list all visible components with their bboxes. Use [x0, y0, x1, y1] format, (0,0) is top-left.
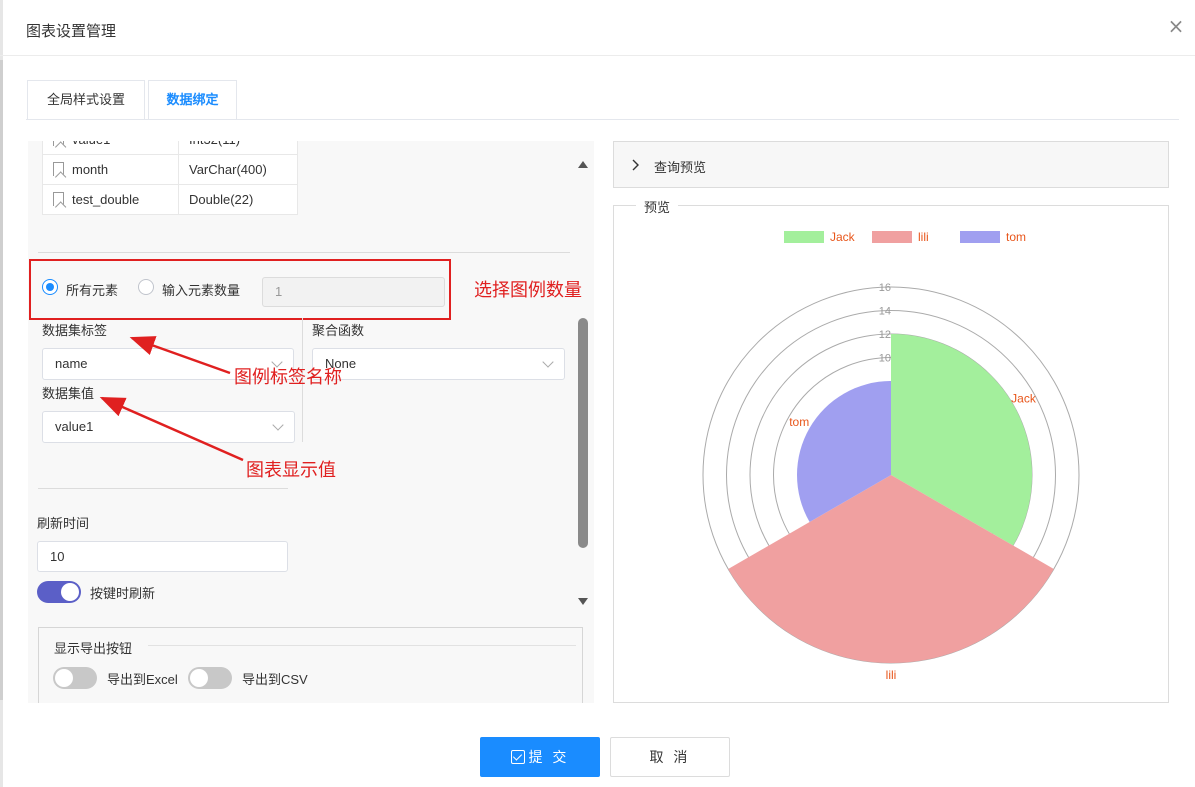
refresh-heading: 刷新时间 [37, 516, 90, 531]
legend-label: lili [918, 230, 929, 244]
query-preview-collapse[interactable]: 查询预览 [613, 141, 1169, 188]
export-excel-label: 导出到Excel [107, 672, 178, 687]
refresh-on-key-label: 按键时刷新 [90, 586, 156, 601]
scroll-down-arrow-icon[interactable] [578, 598, 588, 605]
slice-label: Jack [1011, 392, 1037, 406]
radial-tick-label: 10 [879, 353, 891, 365]
export-csv-toggle[interactable] [188, 667, 232, 689]
export-legend: 显示导出按钮 [50, 638, 137, 657]
legend-label: Jack [830, 230, 856, 244]
radial-tick-label: 12 [879, 329, 891, 341]
toggle-knob [55, 669, 73, 687]
refresh-interval-input[interactable]: 10 [37, 541, 288, 572]
toggle-knob [190, 669, 208, 687]
chart-ticks: 10 12 14 16 [879, 282, 891, 365]
slice-label: tom [789, 415, 809, 429]
cancel-button[interactable]: 取 消 [610, 737, 730, 777]
section-divider [38, 488, 288, 489]
legend-swatch [872, 231, 912, 243]
panel-clip [28, 703, 594, 733]
export-excel-toggle[interactable] [53, 667, 97, 689]
checkbox-edit-icon [510, 750, 525, 764]
scroll-up-arrow-icon[interactable] [578, 161, 588, 168]
slice-label: lili [886, 668, 897, 682]
fieldset-legend-rule [148, 645, 576, 646]
submit-label: 提 交 [528, 749, 570, 765]
legend-swatch [960, 231, 1000, 243]
radial-tick-label: 16 [879, 282, 891, 294]
toggle-knob [61, 583, 79, 601]
query-preview-label: 查询预览 [654, 160, 707, 175]
legend-label: tom [1006, 230, 1026, 244]
annotation-chart-value: 图表显示值 [246, 460, 336, 480]
radial-tick-label: 14 [879, 306, 891, 318]
chart-slices [728, 334, 1054, 663]
annotation-legend-label: 图例标签名称 [234, 367, 342, 387]
arrow-legend-label [129, 336, 231, 375]
legend-swatch [784, 231, 824, 243]
chevron-right-icon [632, 159, 639, 171]
chart-legend: Jack lili tom [784, 230, 1026, 244]
arrow-chart-value [99, 396, 244, 462]
rose-chart: Jack lili tom 10 12 14 16 Jack lili tom [702, 230, 1080, 682]
export-csv-label: 导出到CSV [242, 672, 308, 687]
scrollbar-thumb[interactable] [578, 318, 588, 548]
submit-button[interactable]: 提 交 [480, 737, 600, 777]
refresh-on-key-toggle[interactable] [37, 581, 81, 603]
